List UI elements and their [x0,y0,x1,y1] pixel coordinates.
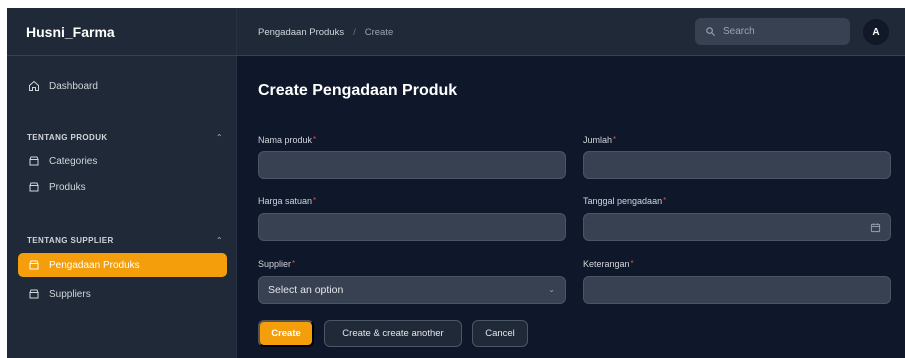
breadcrumb-current: Create [364,26,394,38]
calendar-icon[interactable] [870,222,881,233]
sidebar-item-label: Categories [49,155,98,167]
required-marker: * [613,135,617,144]
keterangan-label: Keterangan* [583,259,634,269]
required-marker: * [630,259,634,268]
box-icon [29,156,39,166]
search-input[interactable]: Search [695,18,850,45]
tanggal-pengadaan-label: Tanggal pengadaan* [583,196,667,206]
chevron-up-icon[interactable]: ⌃ [216,236,223,245]
supplier-select[interactable]: Select an option ⌄ [258,276,566,304]
search-placeholder: Search [723,26,755,37]
jumlah-input[interactable] [583,151,891,179]
jumlah-label: Jumlah* [583,135,617,145]
brand-logo[interactable]: Husni_Farma [7,8,237,56]
create-another-button[interactable]: Create & create another [324,320,462,347]
breadcrumb: Pengadaan Produks / Create [258,8,393,56]
cancel-button[interactable]: Cancel [472,320,528,347]
create-button[interactable]: Create [258,320,314,347]
sidebar-item-label: Dashboard [49,80,98,92]
avatar[interactable]: A [863,19,889,45]
sidebar-item-pengadaan-produks[interactable]: Pengadaan Produks [18,253,227,277]
sidebar: Husni_Farma Dashboard TENTANG PRODUK ⌃ C… [7,8,237,358]
required-marker: * [313,196,317,205]
sidebar-item-suppliers[interactable]: Suppliers [18,282,227,306]
sidebar-item-categories[interactable]: Categories [18,149,227,173]
required-marker: * [313,135,317,144]
box-icon [29,289,39,299]
nav-group-tentang-produk[interactable]: TENTANG PRODUK ⌃ [27,130,223,144]
search-icon [706,27,716,37]
chevron-up-icon[interactable]: ⌃ [216,133,223,142]
keterangan-input[interactable] [583,276,891,304]
sidebar-item-label: Pengadaan Produks [49,259,140,271]
breadcrumb-separator: / [353,26,356,38]
supplier-label: Supplier* [258,259,296,269]
sidebar-item-label: Produks [49,181,86,193]
nav-group-label: TENTANG SUPPLIER [27,235,114,245]
box-icon [29,260,39,270]
sidebar-item-dashboard[interactable]: Dashboard [18,74,227,98]
supplier-select-value: Select an option [268,284,344,296]
nav-group-tentang-supplier[interactable]: TENTANG SUPPLIER ⌃ [27,233,223,247]
harga-satuan-label: Harga satuan* [258,196,317,206]
nav-group-label: TENTANG PRODUK [27,132,108,142]
app-window: Husni_Farma Dashboard TENTANG PRODUK ⌃ C… [7,8,905,358]
home-icon [29,80,39,91]
chevron-down-icon: ⌄ [548,285,555,294]
required-marker: * [663,196,667,205]
nama-produk-label: Nama produk* [258,135,317,145]
nama-produk-input[interactable] [258,151,566,179]
box-icon [29,182,39,192]
topbar: Pengadaan Produks / Create Search A [237,8,905,56]
sidebar-item-produks[interactable]: Produks [18,175,227,199]
sidebar-item-label: Suppliers [49,288,91,300]
breadcrumb-link[interactable]: Pengadaan Produks [258,27,344,38]
tanggal-pengadaan-input[interactable] [583,213,891,241]
required-marker: * [292,259,296,268]
harga-satuan-input[interactable] [258,213,566,241]
page-title: Create Pengadaan Produk [258,82,458,99]
